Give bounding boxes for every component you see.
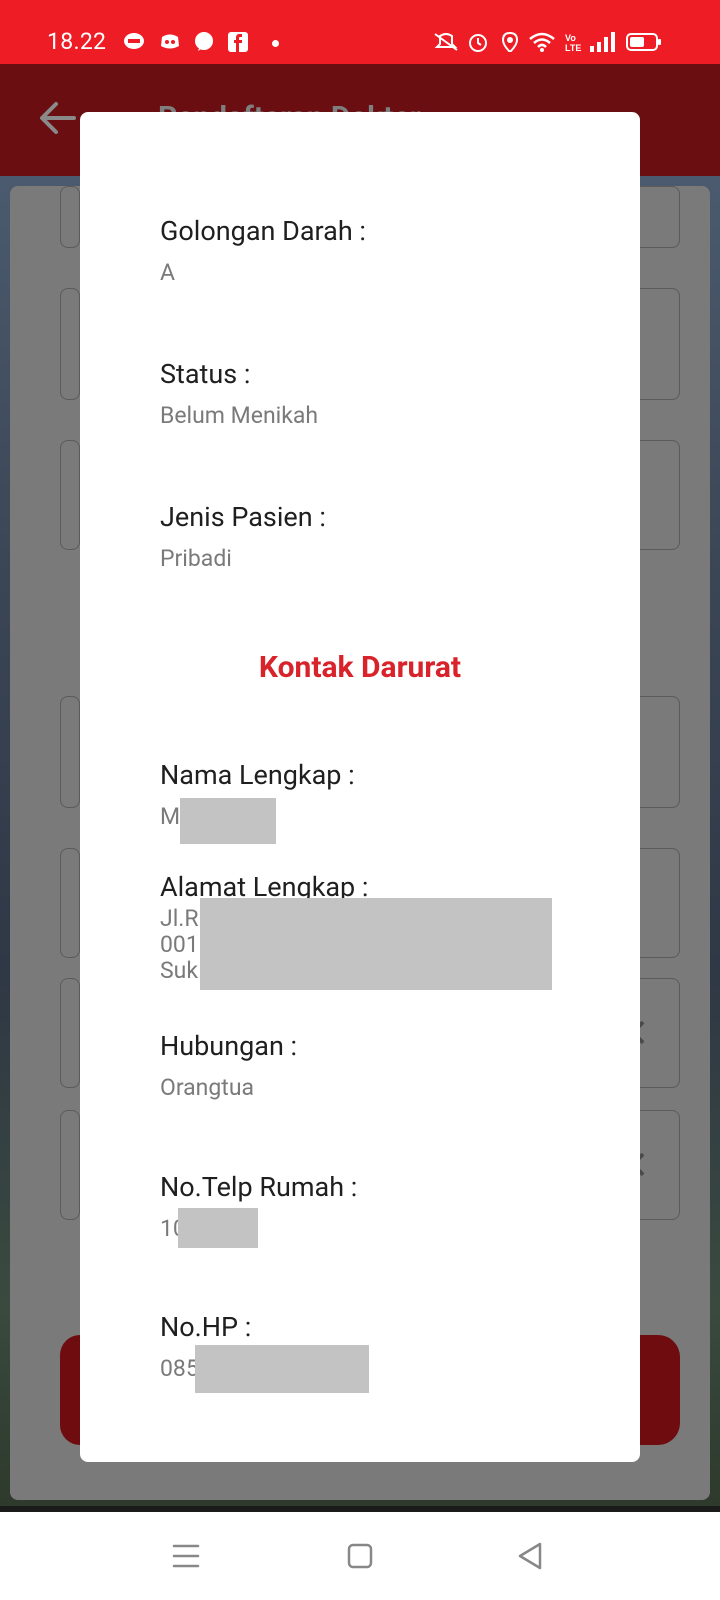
field-label: Status : [160, 358, 251, 390]
field-label: Jenis Pasien : [160, 501, 326, 533]
battery-icon [626, 33, 661, 51]
svg-text:LTE: LTE [565, 43, 581, 52]
navigation-bar [0, 1512, 720, 1600]
redaction-block [195, 1345, 369, 1393]
arrow-left-icon[interactable] [38, 100, 78, 136]
alarm-icon [469, 34, 487, 52]
field-label: Hubungan : [160, 1030, 298, 1062]
field-value: Pribadi [160, 545, 232, 572]
field-value: A [160, 259, 176, 286]
section-title-kontak-darurat: Kontak Darurat [258, 650, 462, 685]
signal-icon [590, 32, 615, 52]
redaction-block [200, 898, 552, 990]
background-field [60, 848, 80, 958]
field-value: Belum Menikah [160, 402, 319, 429]
redaction-block [178, 1208, 258, 1248]
status-time: 18.22 [47, 28, 107, 55]
background-field [60, 978, 80, 1088]
patient-detail-dialog: Golongan Darah : A Status : Belum Menika… [80, 112, 640, 1462]
field-value: Orangtua [160, 1074, 255, 1101]
discord-icon [161, 34, 179, 49]
location-icon [501, 32, 519, 52]
home-icon[interactable] [338, 1534, 382, 1578]
background-field [60, 186, 80, 248]
status-bar: 18.22 Vo LTE [0, 0, 720, 64]
background-field [60, 1110, 80, 1220]
mute-icon [434, 33, 458, 51]
facebook-icon [228, 32, 248, 52]
wifi-icon [529, 32, 555, 52]
background-field [60, 440, 80, 550]
svg-text:Vo: Vo [565, 33, 576, 43]
field-jenis-pasien: Jenis Pasien : Pribadi [160, 500, 580, 574]
volte-icon: VoLTE [565, 33, 581, 52]
field-label: No.HP : [160, 1311, 252, 1343]
background-field [60, 288, 80, 400]
field-label: Nama Lengkap : [160, 759, 355, 791]
dot-icon [272, 40, 279, 47]
menu-icon[interactable] [164, 1534, 208, 1578]
redaction-block [180, 798, 276, 844]
line-icon [124, 33, 144, 49]
field-label: No.Telp Rumah : [160, 1171, 358, 1203]
messenger-icon [195, 32, 213, 51]
field-status: Status : Belum Menikah [160, 357, 580, 431]
field-golongan-darah: Golongan Darah : A [160, 214, 580, 288]
field-label: Golongan Darah : [160, 215, 366, 247]
background-field [60, 696, 80, 808]
field-hubungan: Hubungan : Orangtua [160, 1029, 580, 1103]
back-icon[interactable] [508, 1534, 552, 1578]
